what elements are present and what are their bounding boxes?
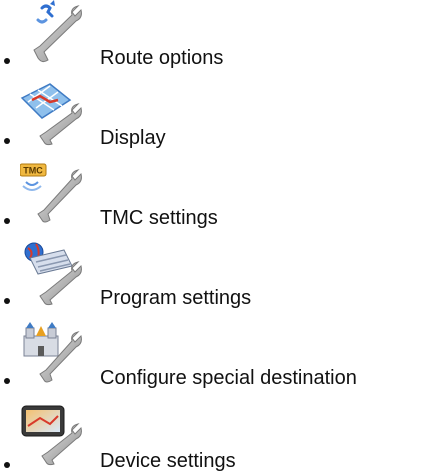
svg-text:TMC: TMC [23, 166, 43, 176]
bullet [4, 218, 10, 224]
settings-item-label: TMC settings [100, 207, 218, 229]
settings-item-device-settings[interactable]: Device settings [0, 400, 445, 476]
settings-item-label: Program settings [100, 287, 252, 309]
settings-item-display[interactable]: Display [0, 80, 445, 156]
bullet [4, 462, 10, 468]
display-icon [20, 80, 84, 146]
device-settings-icon [20, 400, 84, 466]
route-options-icon [20, 0, 84, 66]
bullet [4, 58, 10, 64]
settings-item-tmc-settings[interactable]: TMC TMC settings [0, 160, 445, 236]
settings-item-label: Display [100, 127, 166, 149]
settings-item-label: Device settings [100, 450, 236, 472]
program-settings-icon [20, 240, 84, 306]
bullet [4, 378, 10, 384]
settings-item-label: Route options [100, 47, 224, 69]
settings-item-route-options[interactable]: Route options [0, 0, 445, 76]
settings-item-program-settings[interactable]: Program settings [0, 240, 445, 316]
settings-item-label: Configure special destination [100, 367, 357, 389]
special-destination-icon [20, 320, 84, 386]
settings-item-special-destination[interactable]: Configure special destination [0, 320, 445, 396]
tmc-settings-icon: TMC [20, 160, 84, 226]
bullet [4, 138, 10, 144]
bullet [4, 298, 10, 304]
